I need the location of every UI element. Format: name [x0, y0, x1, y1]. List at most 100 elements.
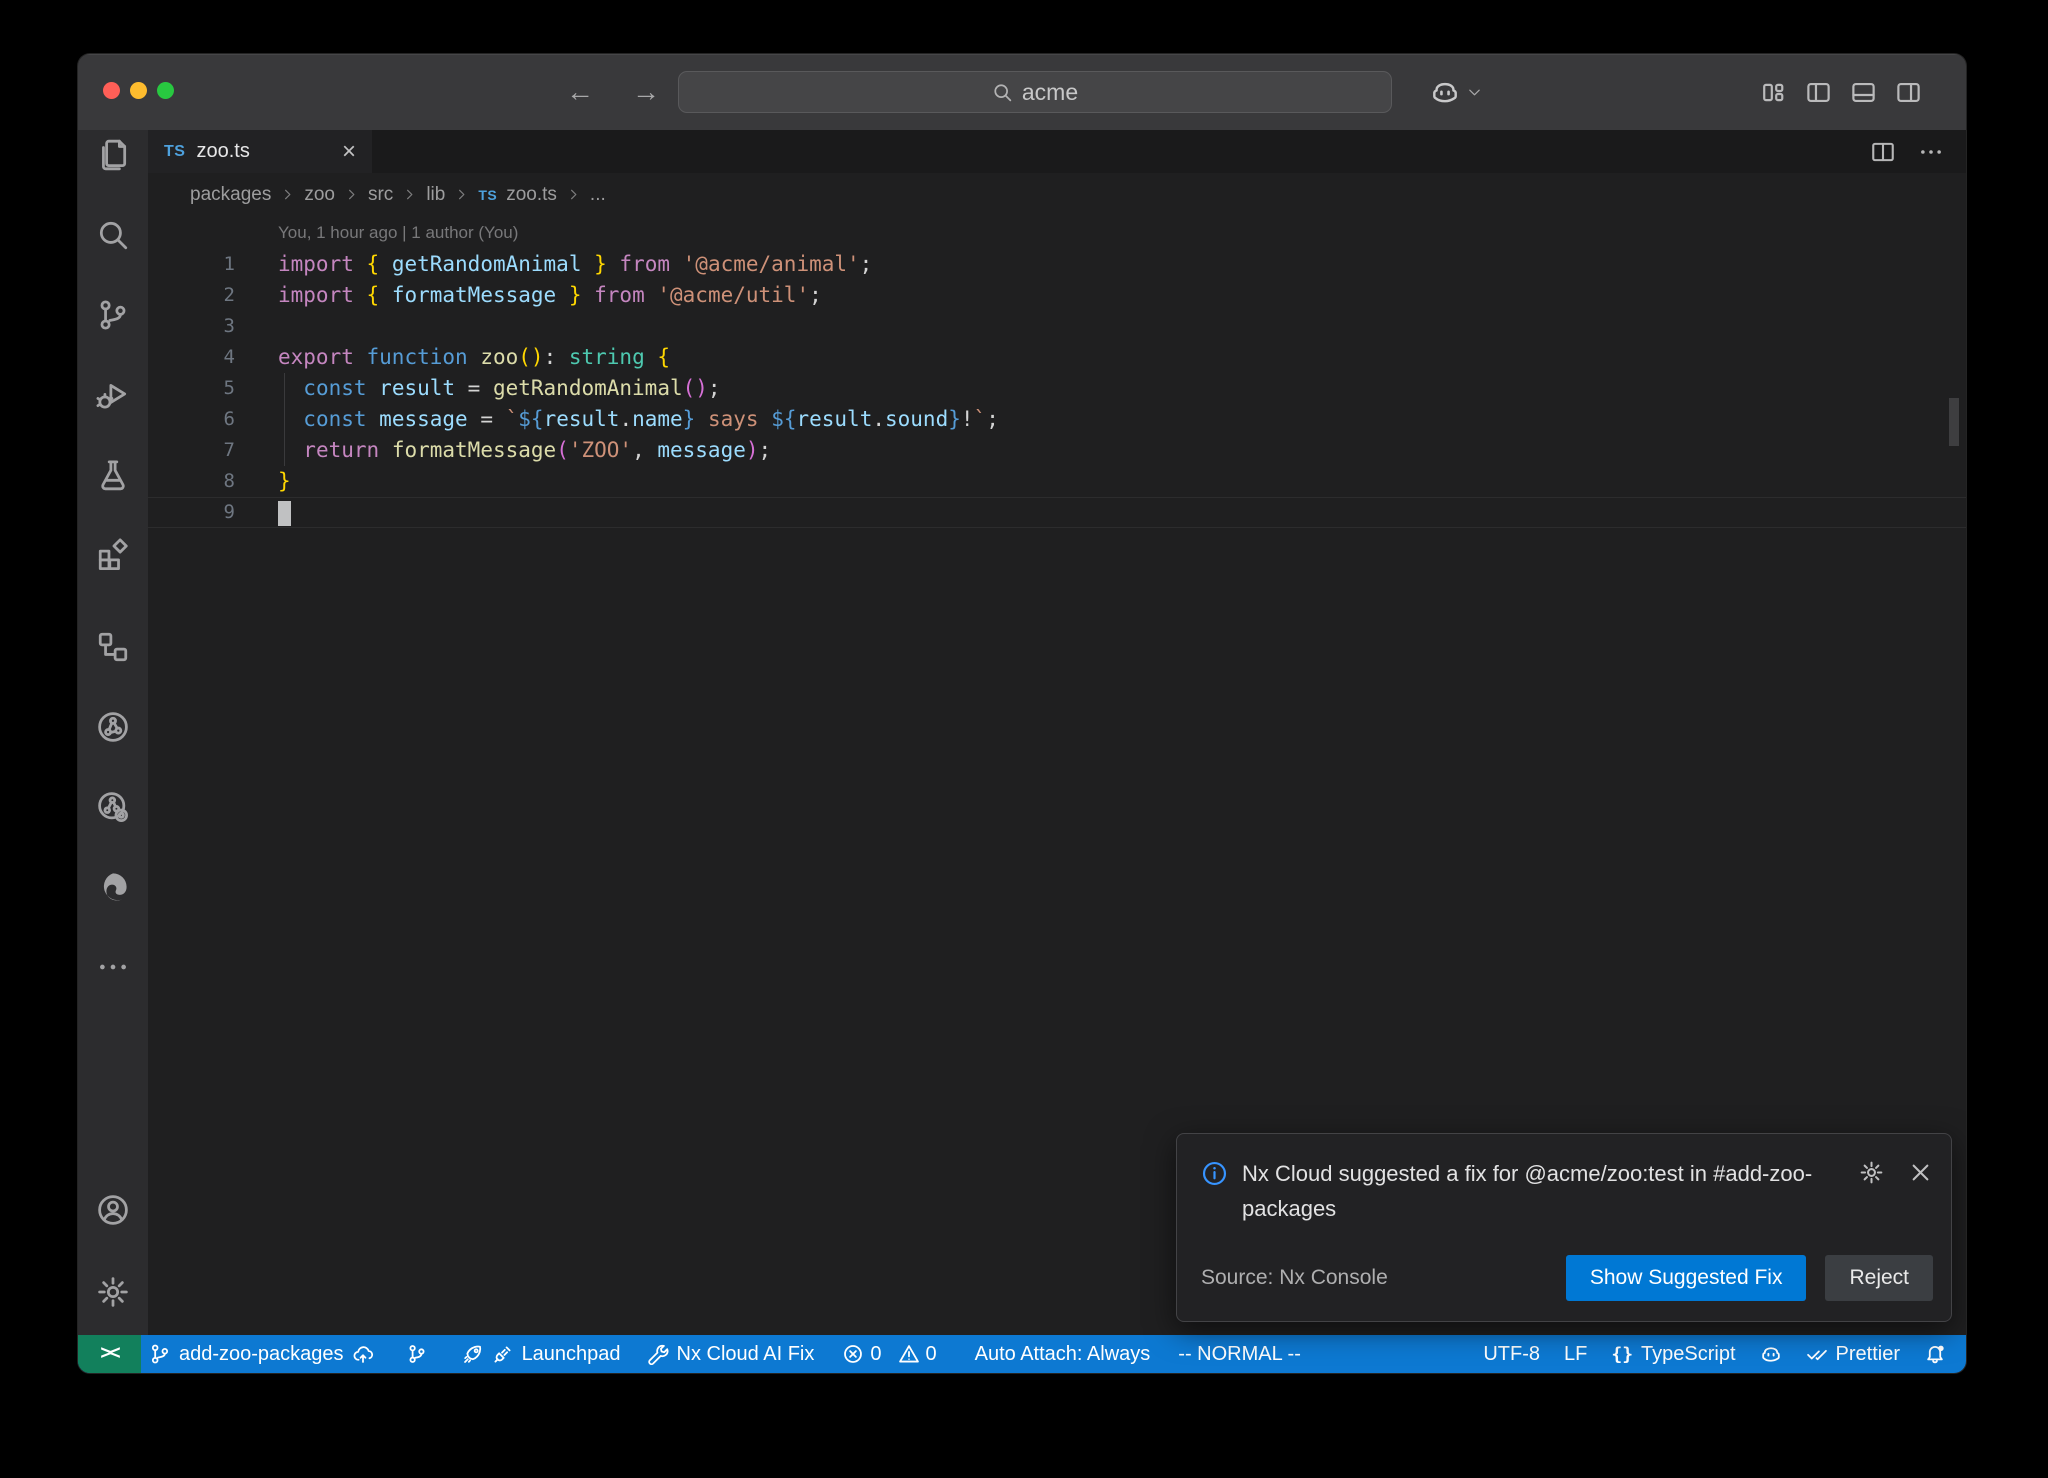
- wrench-icon: [647, 1343, 669, 1365]
- activity-remote-explorer[interactable]: [96, 630, 130, 664]
- error-icon: [842, 1343, 864, 1365]
- activity-run-debug[interactable]: [96, 378, 130, 412]
- code-line-1[interactable]: 1import { getRandomAnimal } from '@acme/…: [148, 249, 1966, 280]
- breadcrumb-item[interactable]: src: [368, 184, 393, 206]
- code-line-3[interactable]: 3: [148, 311, 1966, 342]
- status-encoding[interactable]: UTF-8: [1477, 1343, 1546, 1366]
- chevron-down-icon: [1467, 85, 1482, 100]
- ellipsis-icon[interactable]: [1918, 139, 1944, 165]
- breadcrumb-item[interactable]: zoo: [304, 184, 335, 206]
- command-center-search[interactable]: acme: [678, 71, 1392, 113]
- activity-explorer[interactable]: [96, 138, 130, 172]
- warning-count: 0: [926, 1343, 937, 1366]
- error-count: 0: [870, 1343, 881, 1366]
- notification-settings-icon[interactable]: [1859, 1160, 1884, 1185]
- zoom-window-button[interactable]: [157, 82, 174, 99]
- line-number: 4: [148, 342, 235, 373]
- tab-close-icon[interactable]: ×: [342, 140, 356, 164]
- code-line-4[interactable]: 4export function zoo(): string {: [148, 342, 1966, 373]
- braces-icon: {}: [1611, 1344, 1633, 1365]
- show-suggested-fix-button[interactable]: Show Suggested Fix: [1566, 1255, 1807, 1301]
- breadcrumb-item[interactable]: lib: [426, 184, 445, 206]
- activity-source-control[interactable]: [96, 298, 130, 332]
- code-line-7[interactable]: 7 return formatMessage('ZOO', message);: [148, 435, 1966, 466]
- status-notifications[interactable]: [1918, 1343, 1952, 1365]
- line-number: 1: [148, 249, 235, 280]
- layout-controls: [1760, 54, 1922, 130]
- code-line-8[interactable]: 8}: [148, 466, 1966, 497]
- copilot-icon: [1760, 1343, 1782, 1365]
- split-editor-icon[interactable]: [1870, 139, 1896, 165]
- history-forward-button[interactable]: →: [632, 76, 660, 108]
- status-formatter[interactable]: Prettier: [1800, 1343, 1906, 1366]
- code-line-9[interactable]: 9: [148, 497, 1966, 528]
- status-language[interactable]: {}TypeScript: [1605, 1343, 1741, 1366]
- breadcrumb-item[interactable]: packages: [190, 184, 271, 206]
- activity-accounts[interactable]: [96, 1193, 130, 1227]
- status-auto-attach[interactable]: Auto Attach: Always: [969, 1343, 1157, 1366]
- activity-edge-tools[interactable]: [96, 870, 130, 904]
- breadcrumb-item[interactable]: ...: [590, 184, 606, 206]
- minimize-window-button[interactable]: [130, 82, 147, 99]
- code-line-6[interactable]: 6 const message = `${result.name} says $…: [148, 404, 1966, 435]
- activity-nx-console[interactable]: [96, 710, 130, 744]
- toggle-panel-icon[interactable]: [1850, 79, 1877, 106]
- toggle-sidebar-left-icon[interactable]: [1805, 79, 1832, 106]
- account-icon: [96, 1193, 130, 1227]
- status-launchpad[interactable]: Launchpad: [456, 1343, 627, 1366]
- copilot-icon[interactable]: [1430, 77, 1460, 107]
- status-problems[interactable]: 00: [836, 1343, 950, 1366]
- status-eol[interactable]: LF: [1558, 1343, 1593, 1366]
- typescript-file-icon: TS: [478, 187, 497, 203]
- chevron-right-icon: [454, 187, 469, 202]
- extensions-icon: [96, 538, 130, 572]
- scrollbar-thumb[interactable]: [1949, 398, 1959, 446]
- activity-testing[interactable]: [96, 458, 130, 492]
- line-number: 2: [148, 280, 235, 311]
- status-vim-mode[interactable]: -- NORMAL --: [1172, 1343, 1307, 1366]
- info-icon: [1201, 1160, 1228, 1187]
- status-formatter-label: Prettier: [1836, 1343, 1900, 1366]
- search-icon: [992, 82, 1013, 103]
- activity-nx-cloud[interactable]: [96, 790, 130, 824]
- status-copilot-status[interactable]: [1754, 1343, 1788, 1365]
- ellipsis-icon: [96, 950, 130, 984]
- nx-cloud-icon: [96, 790, 130, 824]
- toggle-sidebar-right-icon[interactable]: [1895, 79, 1922, 106]
- activity-more[interactable]: [96, 950, 130, 984]
- customize-layout-icon[interactable]: [1760, 79, 1787, 106]
- bell-dot-icon: [1924, 1343, 1946, 1365]
- reject-button[interactable]: Reject: [1825, 1255, 1933, 1301]
- tab-label: zoo.ts: [196, 140, 249, 163]
- status-branch[interactable]: add-zoo-packages: [143, 1343, 380, 1366]
- code-line-5[interactable]: 5 const result = getRandomAnimal();: [148, 373, 1966, 404]
- activity-settings[interactable]: [96, 1275, 130, 1309]
- source-control-icon: [96, 298, 130, 332]
- remote-indicator[interactable]: ><: [78, 1335, 141, 1373]
- gitlens-blame[interactable]: You, 1 hour ago | 1 author (You): [148, 216, 1966, 249]
- breadcrumb-item[interactable]: zoo.ts: [506, 184, 557, 206]
- copilot-menu[interactable]: [1430, 54, 1482, 130]
- line-number: 3: [148, 311, 235, 342]
- beaker-icon: [96, 458, 130, 492]
- warning-icon: [898, 1343, 920, 1365]
- status-encoding-label: UTF-8: [1483, 1343, 1540, 1366]
- notification-message: Nx Cloud suggested a fix for @acme/zoo:t…: [1242, 1156, 1842, 1226]
- status-nx-cloud-ai-fix[interactable]: Nx Cloud AI Fix: [641, 1343, 821, 1366]
- code-line-2[interactable]: 2import { formatMessage } from '@acme/ut…: [148, 280, 1966, 311]
- history-back-button[interactable]: ←: [566, 76, 594, 108]
- vscode-window: ← → acme TS zoo.ts × packages zoo src lib TS…: [78, 54, 1966, 1373]
- gear-icon: [96, 1275, 130, 1309]
- activity-search[interactable]: [96, 218, 130, 252]
- status-auto-attach-label: Auto Attach: Always: [975, 1343, 1151, 1366]
- status-source-control-graph[interactable]: [400, 1343, 434, 1365]
- line-number: 6: [148, 404, 235, 435]
- graph-icon: [406, 1343, 428, 1365]
- notification-close-icon[interactable]: [1908, 1160, 1933, 1185]
- traffic-lights: [103, 82, 174, 99]
- activity-extensions[interactable]: [96, 538, 130, 572]
- notification-source: Source: Nx Console: [1201, 1266, 1388, 1290]
- close-window-button[interactable]: [103, 82, 120, 99]
- tab-zoo-ts[interactable]: TS zoo.ts ×: [148, 130, 372, 173]
- indent-guide: [284, 373, 285, 466]
